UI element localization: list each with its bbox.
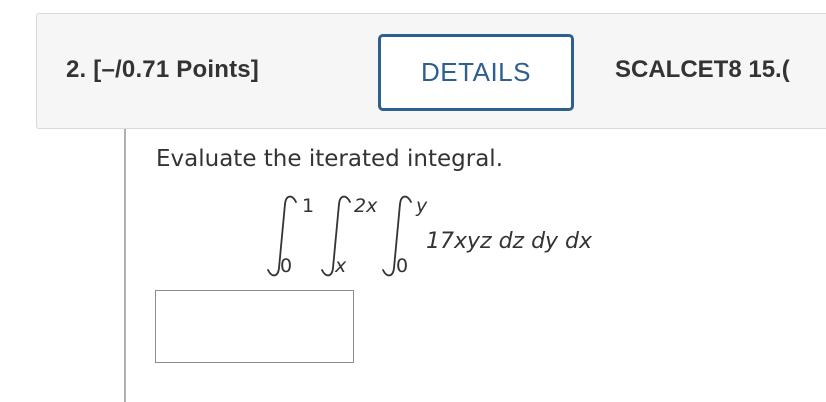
outer-lower-limit: 0 — [280, 255, 292, 277]
content-left-rule — [124, 129, 126, 402]
inner-lower-limit: 0 — [396, 255, 408, 277]
inner-upper-limit: y — [415, 195, 428, 217]
integrand: 17xyz dz dy dx — [426, 229, 593, 254]
problem-prompt: Evaluate the iterated integral. — [156, 146, 504, 172]
question-header: 2. [–/0.71 Points] DETAILS SCALCET8 15.( — [36, 13, 826, 129]
question-source-label: SCALCET8 15.( — [615, 56, 790, 83]
question-number-points: 2. [–/0.71 Points] — [66, 56, 259, 83]
iterated-integral: 1 0 2x x y 0 17xyz dz dy dx — [267, 195, 593, 277]
middle-upper-limit: 2x — [354, 195, 378, 217]
outer-upper-limit: 1 — [302, 195, 314, 217]
middle-lower-limit: x — [334, 255, 347, 277]
details-button[interactable]: DETAILS — [378, 34, 574, 111]
answer-input[interactable] — [155, 290, 354, 363]
